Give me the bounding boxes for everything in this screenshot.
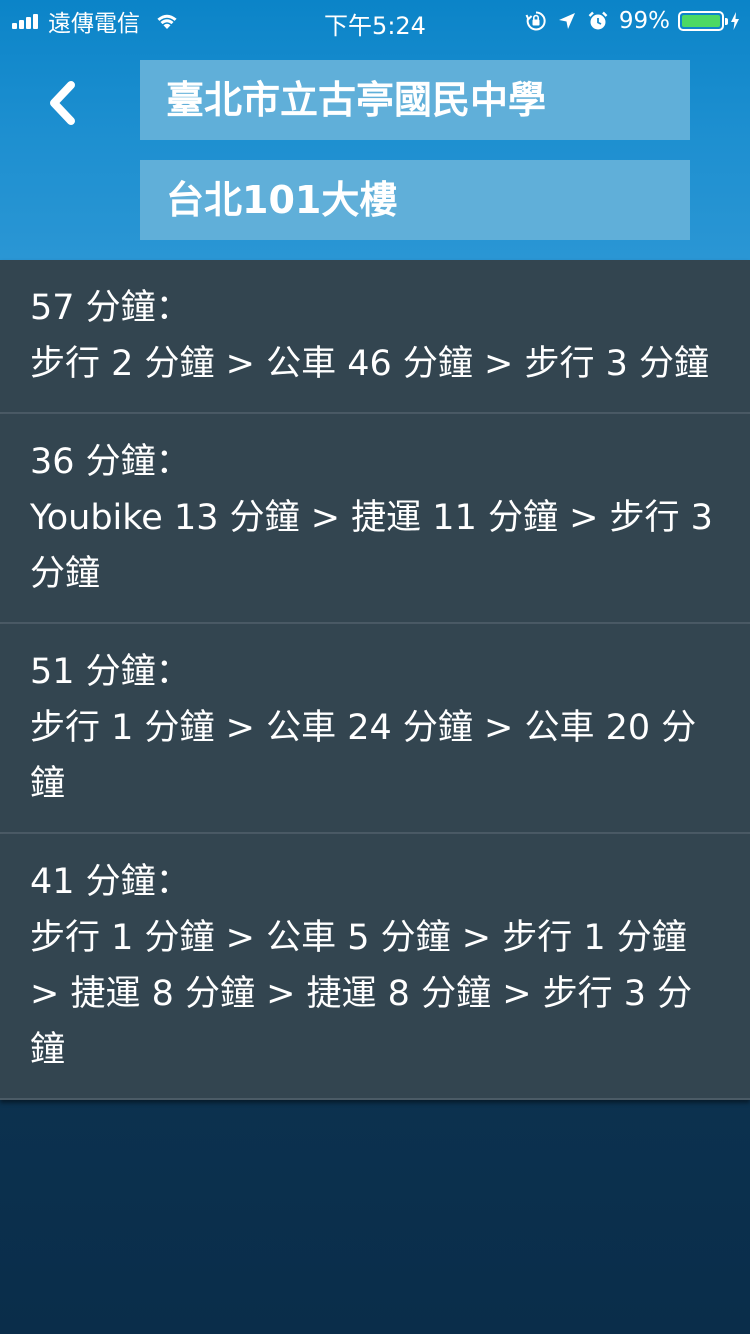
route-steps: 步行 1 分鐘 > 公車 24 分鐘 > 公車 20 分鐘 <box>30 708 697 804</box>
status-right: 99% <box>515 6 740 36</box>
route-option[interactable]: 36 分鐘： Youbike 13 分鐘 > 捷運 11 分鐘 > 步行 3 分… <box>0 414 750 624</box>
alarm-icon <box>587 10 609 32</box>
route-steps: 步行 2 分鐘 > 公車 46 分鐘 > 步行 3 分鐘 <box>30 344 709 384</box>
location-arrow-icon <box>557 11 577 31</box>
battery-level <box>682 15 720 27</box>
back-button[interactable] <box>38 75 86 131</box>
route-total-time: 57 分鐘： <box>30 288 191 328</box>
battery-percent: 99% <box>618 8 670 34</box>
header: 遠傳電信 下午5:24 99% 臺北市立古亭國民中學 台北101大樓 <box>0 0 750 260</box>
origin-field[interactable]: 臺北市立古亭國民中學 <box>140 60 690 140</box>
chevron-left-icon <box>44 79 80 127</box>
route-list: 57 分鐘： 步行 2 分鐘 > 公車 46 分鐘 > 步行 3 分鐘 36 分… <box>0 260 750 1100</box>
battery-icon <box>678 11 728 31</box>
route-option[interactable]: 41 分鐘： 步行 1 分鐘 > 公車 5 分鐘 > 步行 1 分鐘 > 捷運 … <box>0 834 750 1100</box>
charging-bolt-icon <box>730 11 740 31</box>
orientation-lock-icon <box>525 10 547 32</box>
route-total-time: 36 分鐘： <box>30 442 191 482</box>
route-total-time: 51 分鐘： <box>30 652 191 692</box>
route-option[interactable]: 57 分鐘： 步行 2 分鐘 > 公車 46 分鐘 > 步行 3 分鐘 <box>0 260 750 414</box>
route-option[interactable]: 51 分鐘： 步行 1 分鐘 > 公車 24 分鐘 > 公車 20 分鐘 <box>0 624 750 834</box>
status-bar: 遠傳電信 下午5:24 99% <box>0 0 750 40</box>
route-steps: Youbike 13 分鐘 > 捷運 11 分鐘 > 步行 3 分鐘 <box>30 498 713 594</box>
route-total-time: 41 分鐘： <box>30 862 191 902</box>
route-steps: 步行 1 分鐘 > 公車 5 分鐘 > 步行 1 分鐘 > 捷運 8 分鐘 > … <box>30 918 693 1070</box>
destination-field[interactable]: 台北101大樓 <box>140 160 690 240</box>
